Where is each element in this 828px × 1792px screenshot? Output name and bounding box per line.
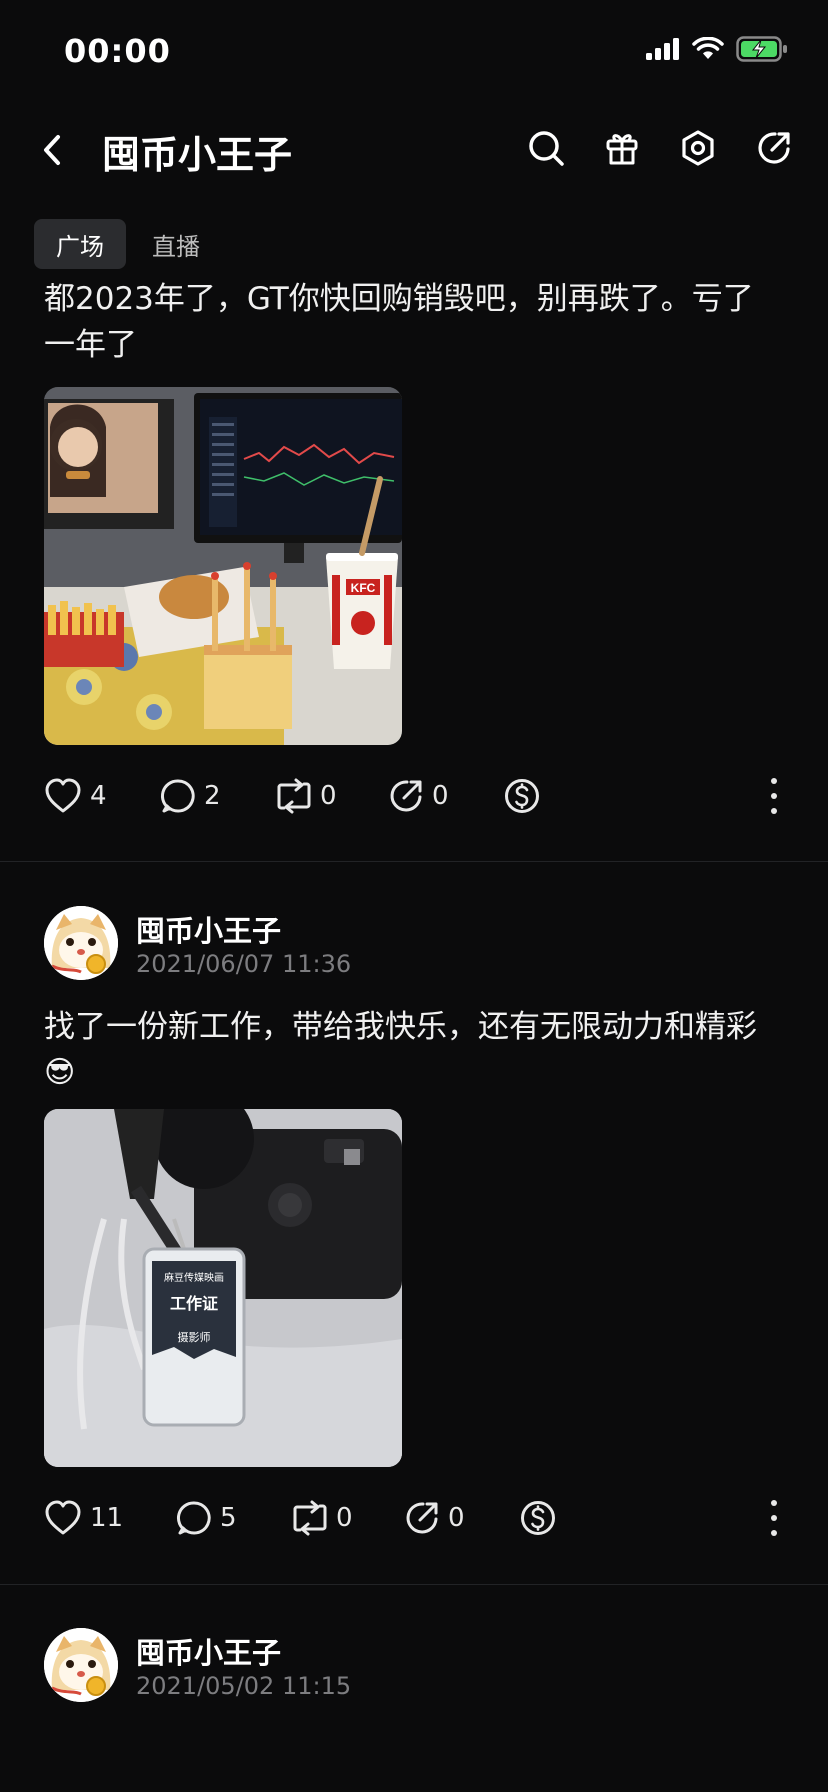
avatar[interactable]	[44, 906, 118, 980]
comment-icon	[176, 1501, 211, 1535]
trading-desk-image: KFC	[44, 387, 402, 745]
badge-title: 工作证	[170, 1294, 218, 1313]
search-icon	[529, 131, 564, 166]
comment-button[interactable]: 5	[176, 1500, 237, 1536]
heart-icon	[45, 1500, 81, 1535]
status-bar: 00:00	[0, 0, 828, 100]
coin-dollar-icon	[505, 779, 539, 813]
tab-square[interactable]: 广场	[34, 219, 126, 269]
dot-icon	[771, 808, 777, 814]
status-time: 00:00	[64, 32, 171, 70]
badge-company: 麻豆传媒映画	[164, 1271, 224, 1284]
coin-dollar-icon	[521, 1501, 555, 1535]
post-text-line-1: 找了一份新工作，带给我快乐，还有无限动力和精彩	[44, 1009, 757, 1045]
tab-bar: 广场 直播	[34, 219, 222, 269]
comment-count: 5	[220, 1503, 237, 1533]
cat-avatar-icon	[44, 906, 118, 980]
post-2-actions: 11 5 0 0	[44, 1494, 784, 1542]
badge-role: 摄影师	[178, 1330, 211, 1344]
comment-count: 2	[204, 781, 221, 811]
dot-icon	[771, 1500, 777, 1506]
svg-text:KFC: KFC	[351, 581, 376, 595]
status-icons	[646, 36, 788, 62]
settings-hex-icon	[682, 130, 714, 166]
post-image-camera-badge[interactable]: 麻豆传媒映画 工作证 摄影师	[44, 1109, 402, 1467]
share-icon	[758, 132, 790, 164]
post-1-actions: 4 2 0 0	[44, 772, 784, 820]
repost-icon	[293, 1500, 327, 1536]
repost-count: 0	[320, 781, 337, 811]
post-timestamp: 2021/05/02 11:15	[136, 1672, 352, 1700]
post-image-trading-desk[interactable]: KFC	[44, 387, 402, 745]
dot-icon	[771, 1515, 777, 1521]
author-name[interactable]: 囤币小王子	[136, 908, 281, 950]
repost-button[interactable]: 0	[292, 1500, 353, 1536]
avatar[interactable]	[44, 1628, 118, 1702]
share-post-button[interactable]: 0	[404, 1500, 465, 1536]
like-count: 4	[90, 781, 107, 811]
repost-icon	[277, 778, 311, 814]
share-icon	[390, 780, 422, 812]
post-timestamp: 2021/06/07 11:36	[136, 950, 352, 978]
author-name[interactable]: 囤币小王子	[136, 1630, 281, 1672]
post-divider	[0, 1584, 828, 1585]
post-text-line-2: 一年了	[44, 327, 137, 363]
dot-icon	[771, 778, 777, 784]
post-text-line-1: 都2023年了，GT你快回购销毁吧，别再跌了。亏了	[44, 281, 754, 317]
back-button[interactable]	[30, 128, 74, 172]
more-options-button[interactable]	[764, 778, 784, 814]
comment-button[interactable]: 2	[160, 778, 221, 814]
post-1: 都2023年了，GT你快回购销毁吧，别再跌了。亏了 一年了	[0, 276, 828, 368]
share-post-button[interactable]: 0	[388, 778, 449, 814]
repost-button[interactable]: 0	[276, 778, 337, 814]
like-button[interactable]: 11	[44, 1500, 123, 1536]
tip-button[interactable]	[504, 778, 540, 814]
more-options-button[interactable]	[764, 1500, 784, 1536]
share-count: 0	[448, 1503, 465, 1533]
battery-icon	[736, 36, 787, 62]
repost-count: 0	[336, 1503, 353, 1533]
tip-button[interactable]	[520, 1500, 556, 1536]
like-count: 11	[90, 1503, 124, 1533]
page-title: 囤币小王子	[102, 133, 293, 177]
comment-icon	[160, 779, 195, 813]
heart-icon	[45, 778, 81, 813]
cat-avatar-icon	[44, 1628, 118, 1702]
camera-badge-image: 麻豆传媒映画 工作证 摄影师	[44, 1109, 402, 1467]
post-2: 找了一份新工作，带给我快乐，还有无限动力和精彩 😎	[0, 1004, 828, 1096]
wifi-icon	[692, 37, 724, 59]
post-text: 找了一份新工作，带给我快乐，还有无限动力和精彩 😎	[0, 1004, 828, 1096]
tab-live[interactable]: 直播	[130, 219, 222, 269]
share-count: 0	[432, 781, 449, 811]
signal-icon	[646, 38, 679, 60]
post-text: 都2023年了，GT你快回购销毁吧，别再跌了。亏了 一年了	[0, 276, 828, 368]
top-nav: 囤币小王子	[0, 110, 828, 190]
share-icon	[406, 1502, 438, 1534]
back-icon	[44, 135, 60, 165]
like-button[interactable]: 4	[44, 778, 107, 814]
nav-icons	[526, 128, 794, 168]
settings-button[interactable]	[678, 128, 718, 168]
dot-icon	[771, 793, 777, 799]
gift-button[interactable]	[602, 128, 642, 168]
dot-icon	[771, 1530, 777, 1536]
gift-icon	[606, 134, 638, 165]
share-button[interactable]	[754, 128, 794, 168]
post-emoji: 😎	[44, 1055, 76, 1090]
post-3-author: 囤币小王子 2021/05/02 11:15	[44, 1628, 784, 1708]
post-divider	[0, 861, 828, 862]
post-2-author: 囤币小王子 2021/06/07 11:36	[44, 906, 784, 986]
search-button[interactable]	[526, 128, 566, 168]
